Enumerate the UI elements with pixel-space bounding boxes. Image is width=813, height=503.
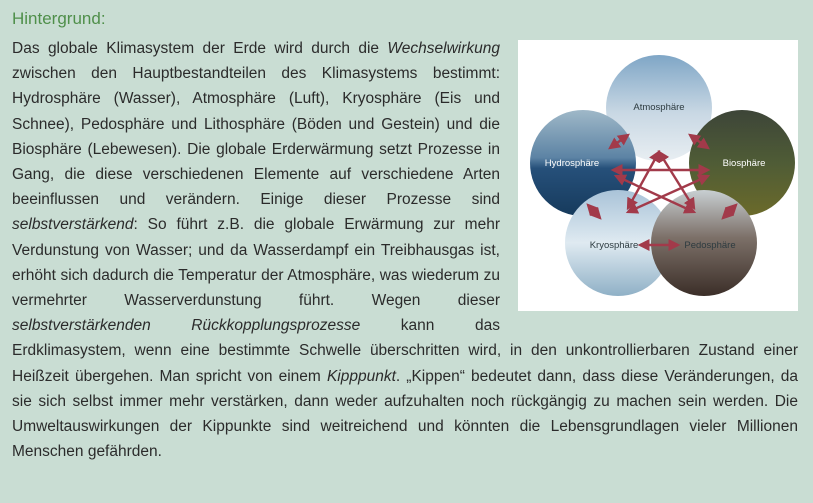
climate-system-figure: Atmosphäre Hydrosphäre Biosphäre Kryosph…	[518, 40, 798, 311]
pedosphere-label: Pedosphäre	[684, 240, 735, 251]
body-paragraph: Atmosphäre Hydrosphäre Biosphäre Kryosph…	[12, 36, 798, 464]
atmosphere-label: Atmosphäre	[633, 102, 684, 113]
emphasis-selbstverstaerkend: selbstverstärkend	[12, 216, 134, 234]
cryosphere-label: Kryosphäre	[590, 240, 639, 251]
biosphere-label: Biosphäre	[723, 158, 766, 169]
hydrosphere-label: Hydrosphäre	[545, 158, 599, 169]
text-run-1: Das globale Klimasystem der Erde wird du…	[12, 40, 388, 57]
text-run-2: zwischen den Hauptbestandteilen des Klim…	[12, 65, 500, 209]
emphasis-rueckkopplungsprozesse: selbstverstärkenden Rückkopplungsprozess…	[12, 317, 361, 335]
section-heading: Hintergrund:	[12, 9, 106, 28]
emphasis-kipppunkt: Kipppunkt	[326, 367, 396, 385]
emphasis-wechselwirkung: Wechselwirkung	[387, 40, 500, 57]
climate-system-diagram: Atmosphäre Hydrosphäre Biosphäre Kryosph…	[530, 55, 795, 296]
